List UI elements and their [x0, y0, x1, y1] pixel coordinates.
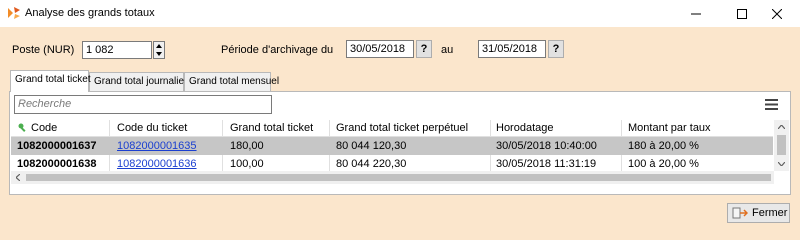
tab-page: Recherche Code Code du ticket Grand tota…: [9, 91, 791, 195]
search-input[interactable]: Recherche: [14, 95, 272, 114]
minimize-button[interactable]: [673, 0, 719, 27]
stepper-down-icon[interactable]: [154, 50, 164, 58]
poste-label: Poste (NUR): [12, 44, 75, 56]
column-header-montant[interactable]: Montant par taux: [628, 122, 711, 134]
menu-icon[interactable]: [765, 99, 778, 110]
main-panel: Poste (NUR) 1 082 Période d'archivage du…: [0, 27, 800, 229]
tab-grand-total-mensuel[interactable]: Grand total mensuel: [184, 72, 279, 91]
poste-input[interactable]: 1 082: [82, 41, 152, 59]
date-from-input[interactable]: 30/05/2018: [346, 40, 414, 58]
date-to-input[interactable]: 31/05/2018: [478, 40, 546, 58]
cell-horodatage: 30/05/2018 10:40:00: [496, 140, 597, 152]
cell-montant: 180 à 20,00 %: [628, 140, 699, 152]
tab-grand-total-ticket[interactable]: Grand total ticket: [10, 70, 91, 92]
periode-label: Période d'archivage du: [221, 44, 334, 56]
date-from-help-button[interactable]: ?: [416, 40, 432, 58]
cell-montant: 100 à 20,00 %: [628, 158, 699, 170]
au-label: au: [441, 44, 454, 56]
cell-code: 1082000001638: [17, 158, 97, 170]
column-header-code-ticket[interactable]: Code du ticket: [117, 122, 187, 134]
cell-perpetuel: 80 044 220,30: [336, 158, 407, 170]
cell-total: 180,00: [230, 140, 264, 152]
vertical-scrollbar[interactable]: [774, 120, 789, 171]
scroll-left-icon[interactable]: [11, 171, 25, 184]
column-header-grand-total[interactable]: Grand total ticket: [230, 122, 313, 134]
maximize-icon: [737, 8, 747, 19]
fermer-button[interactable]: Fermer: [727, 203, 790, 223]
cell-perpetuel: 80 044 120,30: [336, 140, 407, 152]
grid-header: Code Code du ticket Grand total ticket G…: [11, 120, 773, 137]
table-row[interactable]: 1082000001637 1082000001635 180,00 80 04…: [11, 137, 773, 155]
cell-ticket-link[interactable]: 1082000001636: [117, 158, 197, 170]
column-header-perpetuel[interactable]: Grand total ticket perpétuel: [336, 122, 468, 134]
window-title: Analyse des grands totaux: [25, 7, 155, 19]
close-window-button[interactable]: [754, 0, 800, 27]
scroll-up-icon[interactable]: [774, 120, 789, 134]
app-logo-icon: [8, 7, 20, 19]
tab-grand-total-journalier[interactable]: Grand total journalier: [89, 72, 187, 91]
column-header-horodatage[interactable]: Horodatage: [496, 122, 554, 134]
vertical-scroll-thumb[interactable]: [777, 135, 786, 155]
column-header-code[interactable]: Code: [31, 122, 57, 134]
cell-horodatage: 30/05/2018 11:31:19: [496, 158, 597, 170]
horizontal-scrollbar[interactable]: [11, 171, 774, 184]
exit-door-icon: [732, 207, 748, 219]
key-icon: [18, 123, 26, 132]
minimize-icon: [691, 13, 701, 14]
cell-ticket-link[interactable]: 1082000001635: [117, 140, 197, 152]
title-bar: Analyse des grands totaux: [0, 0, 800, 27]
scroll-down-icon[interactable]: [774, 157, 789, 171]
cell-total: 100,00: [230, 158, 264, 170]
data-grid: Code Code du ticket Grand total ticket G…: [11, 120, 789, 184]
close-icon: [772, 8, 782, 19]
stepper-up-icon[interactable]: [154, 42, 164, 50]
horizontal-scroll-thumb[interactable]: [26, 174, 771, 181]
poste-stepper[interactable]: [153, 41, 165, 59]
fermer-label: Fermer: [752, 207, 788, 219]
date-to-help-button[interactable]: ?: [548, 40, 564, 58]
cell-code: 1082000001637: [17, 140, 97, 152]
